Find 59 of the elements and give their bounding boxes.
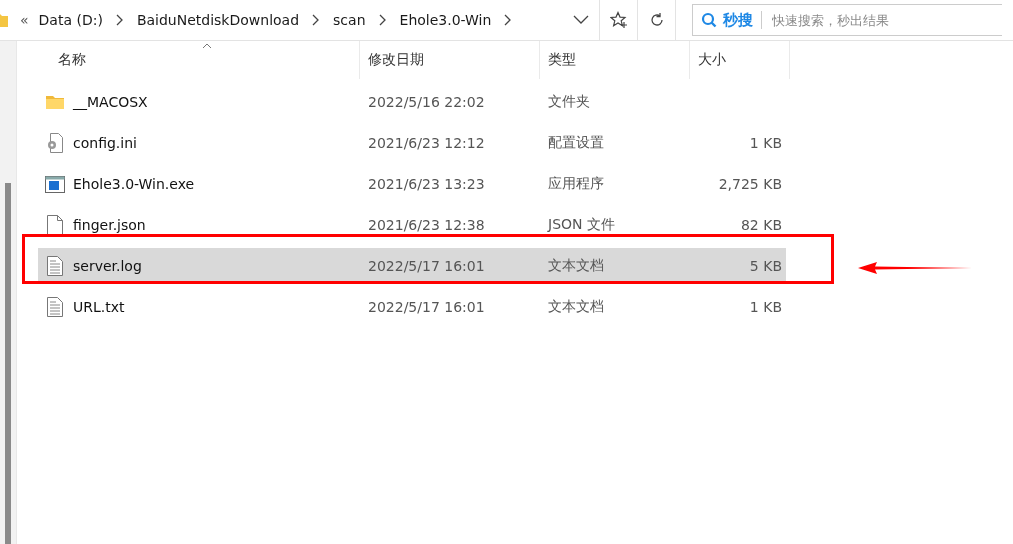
- text-file-icon: [45, 297, 65, 317]
- breadcrumb[interactable]: Ehole3.0-Win: [399, 12, 492, 28]
- star-icon: [609, 11, 628, 29]
- modified-date: 2022/5/17 16:01: [368, 258, 485, 274]
- search-brand: 秒搜: [723, 10, 753, 30]
- chevron-icon[interactable]: [311, 14, 320, 26]
- breadcrumb[interactable]: BaiduNetdiskDownload: [136, 12, 300, 28]
- file-type: 文本文档: [548, 298, 604, 316]
- file-row[interactable]: Ehole3.0-Win.exe 2021/6/23 13:23 应用程序 2,725 KB: [38, 166, 1013, 202]
- gear-file-icon: [45, 133, 65, 153]
- column-header[interactable]: 类型: [548, 51, 576, 69]
- modified-date: 2021/6/23 12:38: [368, 217, 485, 233]
- modified-date: 2021/6/23 13:23: [368, 176, 485, 192]
- file-name: Ehole3.0-Win.exe: [73, 176, 195, 192]
- file-size: 1 KB: [749, 299, 782, 315]
- file-type: 文件夹: [548, 93, 590, 111]
- overflow-button[interactable]: «: [20, 12, 29, 28]
- application-icon: [45, 175, 65, 193]
- search-field[interactable]: 快速搜索，秒出结果: [770, 11, 954, 29]
- file-type: JSON 文件: [548, 216, 615, 234]
- file-row[interactable]: URL.txt 2022/5/17 16:01 文本文档 1 KB: [38, 289, 1013, 325]
- folder-icon: [0, 12, 10, 28]
- file-size: 5 KB: [749, 258, 782, 274]
- text-file-icon: [45, 256, 65, 276]
- file-size: 1 KB: [749, 135, 782, 151]
- file-size: 82 KB: [740, 217, 782, 233]
- file-name: server.log: [73, 258, 142, 274]
- column-header[interactable]: 名称: [58, 51, 86, 69]
- file-name: finger.json: [73, 217, 146, 233]
- address-bar[interactable]: « Data (D:) BaiduNetdiskDownload scan Ehole3.0-Win: [0, 0, 600, 40]
- chevron-icon[interactable]: [503, 14, 512, 26]
- folder-icon: [45, 94, 65, 110]
- file-name: config.ini: [73, 135, 137, 151]
- chevron-icon[interactable]: [114, 14, 123, 26]
- file-type: 文本文档: [548, 257, 604, 275]
- file-row[interactable]: finger.json 2021/6/23 12:38 JSON 文件 82 KB: [38, 207, 1013, 243]
- file-type: 配置设置: [548, 134, 604, 152]
- file-name: __MACOSX: [73, 94, 148, 110]
- file-row[interactable]: __MACOSX 2022/5/16 22:02 文件夹: [38, 84, 1013, 120]
- file-name: URL.txt: [73, 299, 125, 315]
- file-row[interactable]: server.log 2022/5/17 16:01 文本文档 5 KB: [38, 248, 786, 284]
- search-icon: [701, 12, 717, 28]
- scrollbar[interactable]: [0, 41, 17, 544]
- refresh-icon: [648, 12, 665, 28]
- sort-caret-icon: [202, 43, 212, 49]
- search-box[interactable]: 秒搜 快速搜索，秒出结果: [692, 4, 1002, 36]
- modified-date: 2021/6/23 12:12: [368, 135, 485, 151]
- dropdown-icon[interactable]: [573, 15, 589, 25]
- modified-date: 2022/5/17 16:01: [368, 299, 485, 315]
- modified-date: 2022/5/16 22:02: [368, 94, 485, 110]
- file-type: 应用程序: [548, 175, 604, 193]
- file-icon: [45, 215, 65, 235]
- chevron-icon[interactable]: [377, 14, 386, 26]
- column-header[interactable]: 大小: [698, 51, 726, 69]
- file-row[interactable]: config.ini 2021/6/23 12:12 配置设置 1 KB: [38, 125, 1013, 161]
- file-size: 2,725 KB: [718, 176, 782, 192]
- breadcrumb[interactable]: Data (D:): [38, 12, 103, 28]
- breadcrumb[interactable]: scan: [333, 12, 366, 28]
- column-header[interactable]: 修改日期: [368, 51, 424, 69]
